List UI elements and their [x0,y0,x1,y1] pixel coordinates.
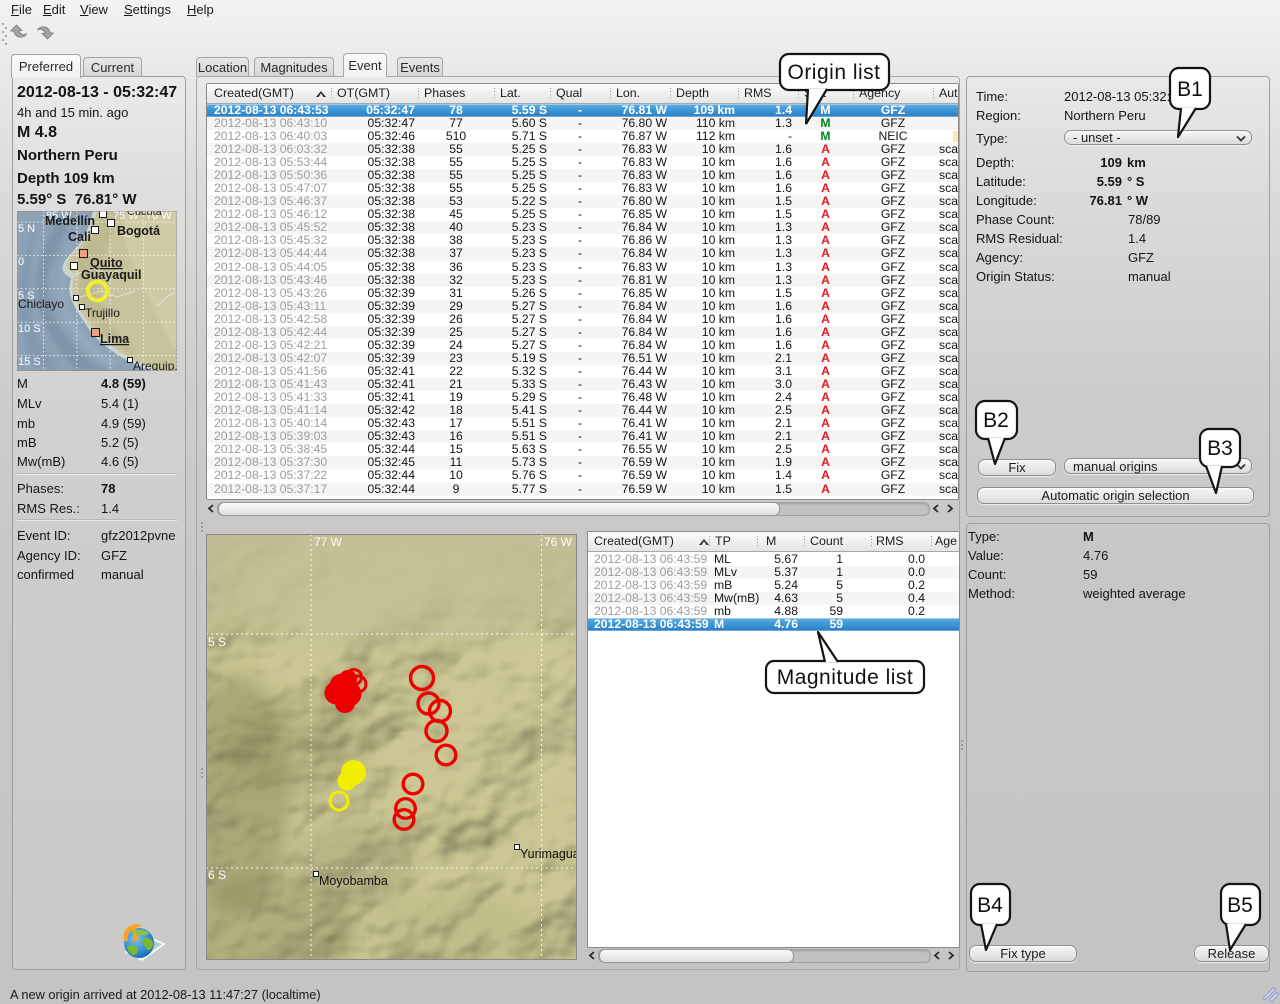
svg-text:Cucuta: Cucuta [127,211,163,218]
svg-text:Trujillo: Trujillo [85,306,120,320]
svg-text:Cali: Cali [68,230,91,244]
svg-text:Lima: Lima [100,332,130,346]
svg-text:15 S: 15 S [18,356,41,368]
svg-text:10 S: 10 S [18,323,41,335]
svg-text:77 W: 77 W [314,535,343,549]
svg-text:Medellín: Medellín [45,214,95,228]
svg-text:76 W: 76 W [544,535,573,549]
svg-text:0: 0 [18,256,24,268]
svg-text:6 S: 6 S [208,868,226,882]
svg-text:Guayaquil: Guayaquil [81,268,141,282]
svg-text:Moyobamba: Moyobamba [319,874,388,888]
svg-text:Chiclayo: Chiclayo [18,297,64,311]
svg-text:Yurimagua: Yurimagua [520,847,577,861]
svg-text:5 N: 5 N [18,223,35,235]
svg-text:Arequip.: Arequip. [133,359,177,371]
svg-text:5 S: 5 S [208,635,226,649]
svg-text:Bogotá: Bogotá [117,224,160,238]
